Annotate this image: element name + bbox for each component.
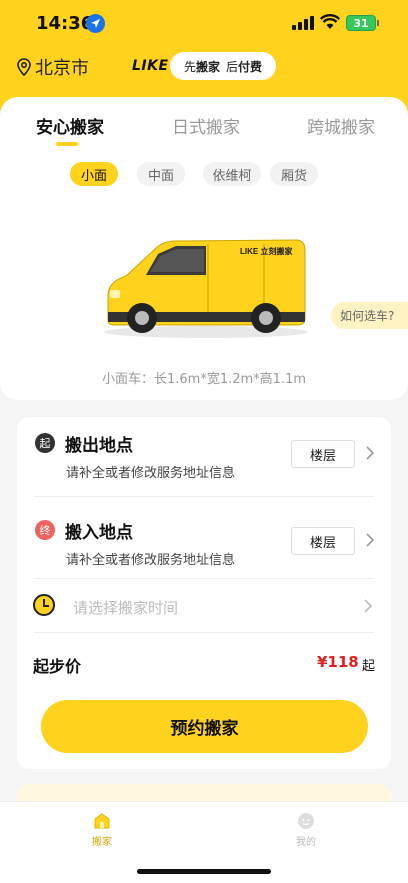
slogan-pill: 先搬家后付费 <box>170 52 276 80</box>
brand-logo: LIKE <box>132 58 169 74</box>
vehicle-chip-box-truck[interactable]: 厢货 <box>270 162 318 186</box>
battery-icon: 31 <box>346 15 376 31</box>
to-floor-button[interactable]: 楼层 <box>291 527 355 555</box>
vehicle-spec: 小面车：长1.6m*宽1.2m*高1.1m <box>101 372 306 387</box>
to-badge: 终 <box>35 520 55 540</box>
van-illustration: LIKE 立刻搬家 <box>104 239 308 338</box>
slogan-part: 付费 <box>238 59 263 74</box>
van-brand-text: LIKE 立刻搬家 <box>240 246 293 256</box>
tab-japanese-move[interactable]: 日式搬家 <box>172 113 240 138</box>
divider <box>34 578 374 579</box>
chevron-right-icon <box>366 533 375 547</box>
vehicle-chip-xiaomian[interactable]: 小面 <box>70 162 118 186</box>
slogan-part: 搬家 <box>195 59 220 74</box>
location-pin-icon <box>17 58 31 76</box>
city-name: 北京市 <box>35 58 89 79</box>
wifi-icon <box>320 14 340 29</box>
to-title[interactable]: 搬入地点 <box>65 518 133 543</box>
from-floor-button[interactable]: 楼层 <box>291 440 355 468</box>
tab-anxin-move[interactable]: 安心搬家 <box>36 113 104 138</box>
status-bar: 14:36 31 <box>0 0 408 48</box>
tab-active-indicator <box>56 142 78 146</box>
status-time: 14:36 <box>36 13 94 34</box>
divider <box>34 632 374 633</box>
cellular-signal-icon <box>292 16 314 30</box>
from-title[interactable]: 搬出地点 <box>65 431 133 456</box>
price-suffix: 起 <box>362 659 376 674</box>
profile-icon <box>298 813 314 829</box>
tab-intercity-move[interactable]: 跨城搬家 <box>307 113 375 138</box>
vehicle-chip-iveco[interactable]: 依维柯 <box>203 162 261 186</box>
slogan-part: 后 <box>226 59 239 74</box>
tabbar-item-mine[interactable]: 我的 <box>286 812 326 848</box>
starting-price-value: ¥118 <box>317 653 359 671</box>
tabbar-item-move[interactable]: 搬家 <box>82 812 122 848</box>
how-to-choose-vehicle-button[interactable]: 如何选车? <box>331 302 408 329</box>
move-home-icon <box>94 813 110 829</box>
battery-level: 31 <box>353 17 369 30</box>
tabbar-label: 我的 <box>296 837 316 848</box>
tabbar-label: 搬家 <box>92 837 112 848</box>
slogan-part: 先 <box>183 59 196 74</box>
chevron-right-icon <box>366 446 375 460</box>
clock-icon <box>33 594 55 616</box>
divider <box>34 496 374 497</box>
book-move-button[interactable]: 预约搬家 <box>41 700 368 753</box>
vehicle-chip-zhongmian[interactable]: 中面 <box>137 162 185 186</box>
move-time-selector[interactable]: 请选择搬家时间 <box>73 597 178 618</box>
to-subtitle[interactable]: 请补全或者修改服务地址信息 <box>66 549 235 568</box>
starting-price-label: 起步价 <box>33 657 82 676</box>
location-arrow-icon <box>86 14 105 33</box>
battery-tip <box>377 20 379 26</box>
from-badge: 起 <box>35 433 55 453</box>
city-selector[interactable]: 北京市 <box>17 54 89 80</box>
home-indicator <box>137 869 271 874</box>
chevron-right-icon <box>364 599 373 613</box>
from-subtitle[interactable]: 请补全或者修改服务地址信息 <box>66 462 235 481</box>
